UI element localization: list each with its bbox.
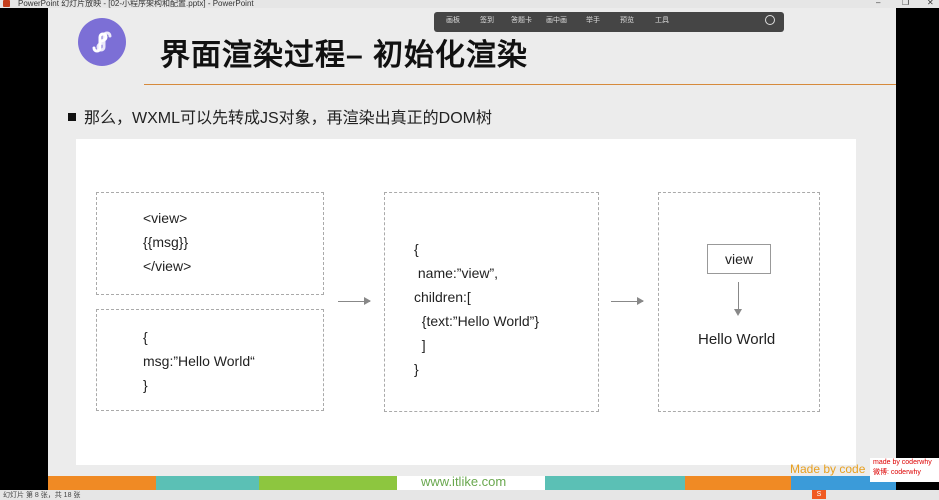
- code-line: {: [143, 329, 148, 345]
- toolbar-item-raise-hand[interactable]: 举手: [586, 15, 600, 25]
- watermark-line: made by coderwhy: [873, 459, 932, 466]
- power-icon[interactable]: [765, 15, 775, 25]
- watermark-line: 微博: coderwhy: [873, 469, 921, 476]
- restore-button[interactable]: ❐: [902, 0, 909, 7]
- footer-segment: [545, 476, 685, 490]
- code-line: name:”view”,: [414, 265, 499, 281]
- toolbar-item-tools[interactable]: 工具: [655, 15, 669, 25]
- data-code: { msg:”Hello World“}: [143, 325, 255, 397]
- footer-segment: [156, 476, 259, 490]
- slide-counter: 幻灯片 第 8 张，共 18 张: [3, 492, 81, 499]
- footer-site: www.itlike.com: [421, 474, 507, 489]
- arrow-right-icon: [338, 297, 371, 305]
- status-bar: 幻灯片 第 8 张，共 18 张 S: [0, 490, 939, 500]
- arrow-right-icon: [611, 297, 644, 305]
- wxml-code: <view> {{msg}} </view>: [143, 206, 191, 278]
- code-line: }: [143, 377, 148, 393]
- toolbar-item-preview[interactable]: 预览: [620, 15, 634, 25]
- made-by-text: Made by code: [790, 462, 866, 476]
- dom-view-node: view: [707, 244, 771, 274]
- dom-tree-box: [658, 192, 820, 412]
- code-line: ]: [414, 337, 426, 353]
- js-object-code: { name:”view”, children:[ {text:”Hello Wo…: [414, 237, 539, 381]
- slide-title: 界面渲染过程– 初始化渲染: [160, 39, 529, 72]
- slide: 界面渲染过程– 初始化渲染 那么，WXML可以先转成JS对象，再渲染出真正的DO…: [48, 8, 896, 490]
- ime-icon[interactable]: S: [812, 490, 826, 499]
- bullet-square-icon: [68, 113, 76, 121]
- dom-text-node: Hello World: [698, 331, 776, 348]
- toolbar-item-picture-in-picture[interactable]: 画中画: [546, 15, 567, 25]
- title-divider: [144, 84, 896, 85]
- presenter-toolbar: 画板 签到 答题卡 画中画 举手 预览 工具: [434, 12, 784, 32]
- toolbar-item-sign-in[interactable]: 签到: [480, 15, 494, 25]
- code-line: </view>: [143, 258, 192, 274]
- arrow-down-icon: [734, 282, 742, 316]
- toolbar-item-drawing-board[interactable]: 画板: [446, 15, 460, 25]
- diagram-canvas: <view> {{msg}} </view> { msg:”Hello World“}…: [76, 139, 856, 465]
- window-title: PowerPoint 幻灯片放映 - [02-小程序架构和配置.pptx] - …: [18, 0, 254, 8]
- bullet-text: 那么，WXML可以先转成JS对象，再渲染出真正的DOM树: [84, 110, 493, 127]
- code-line: }: [414, 361, 419, 377]
- code-line: {: [414, 241, 419, 257]
- footer-segment: [685, 476, 791, 490]
- footer-segment: [48, 476, 156, 490]
- bullet-point: 那么，WXML可以先转成JS对象，再渲染出真正的DOM树: [68, 104, 492, 128]
- window-titlebar: PowerPoint 幻灯片放映 - [02-小程序架构和配置.pptx] - …: [0, 0, 939, 8]
- wxml-box: [96, 192, 324, 295]
- minimize-button[interactable]: –: [876, 0, 880, 7]
- code-line: <view>: [143, 210, 188, 226]
- code-line: {text:”Hello World”}: [414, 313, 540, 329]
- code-line: children:[: [414, 289, 471, 305]
- footer-segment: [259, 476, 397, 490]
- logo-icon: [78, 18, 126, 66]
- code-line: msg:”Hello World“: [143, 353, 255, 369]
- powerpoint-icon: [3, 0, 10, 7]
- close-button[interactable]: ✕: [927, 0, 934, 7]
- watermark-note: made by coderwhy 微博: coderwhy: [870, 458, 939, 482]
- toolbar-item-answer-card[interactable]: 答题卡: [511, 15, 532, 25]
- code-line: {{msg}}: [143, 234, 189, 250]
